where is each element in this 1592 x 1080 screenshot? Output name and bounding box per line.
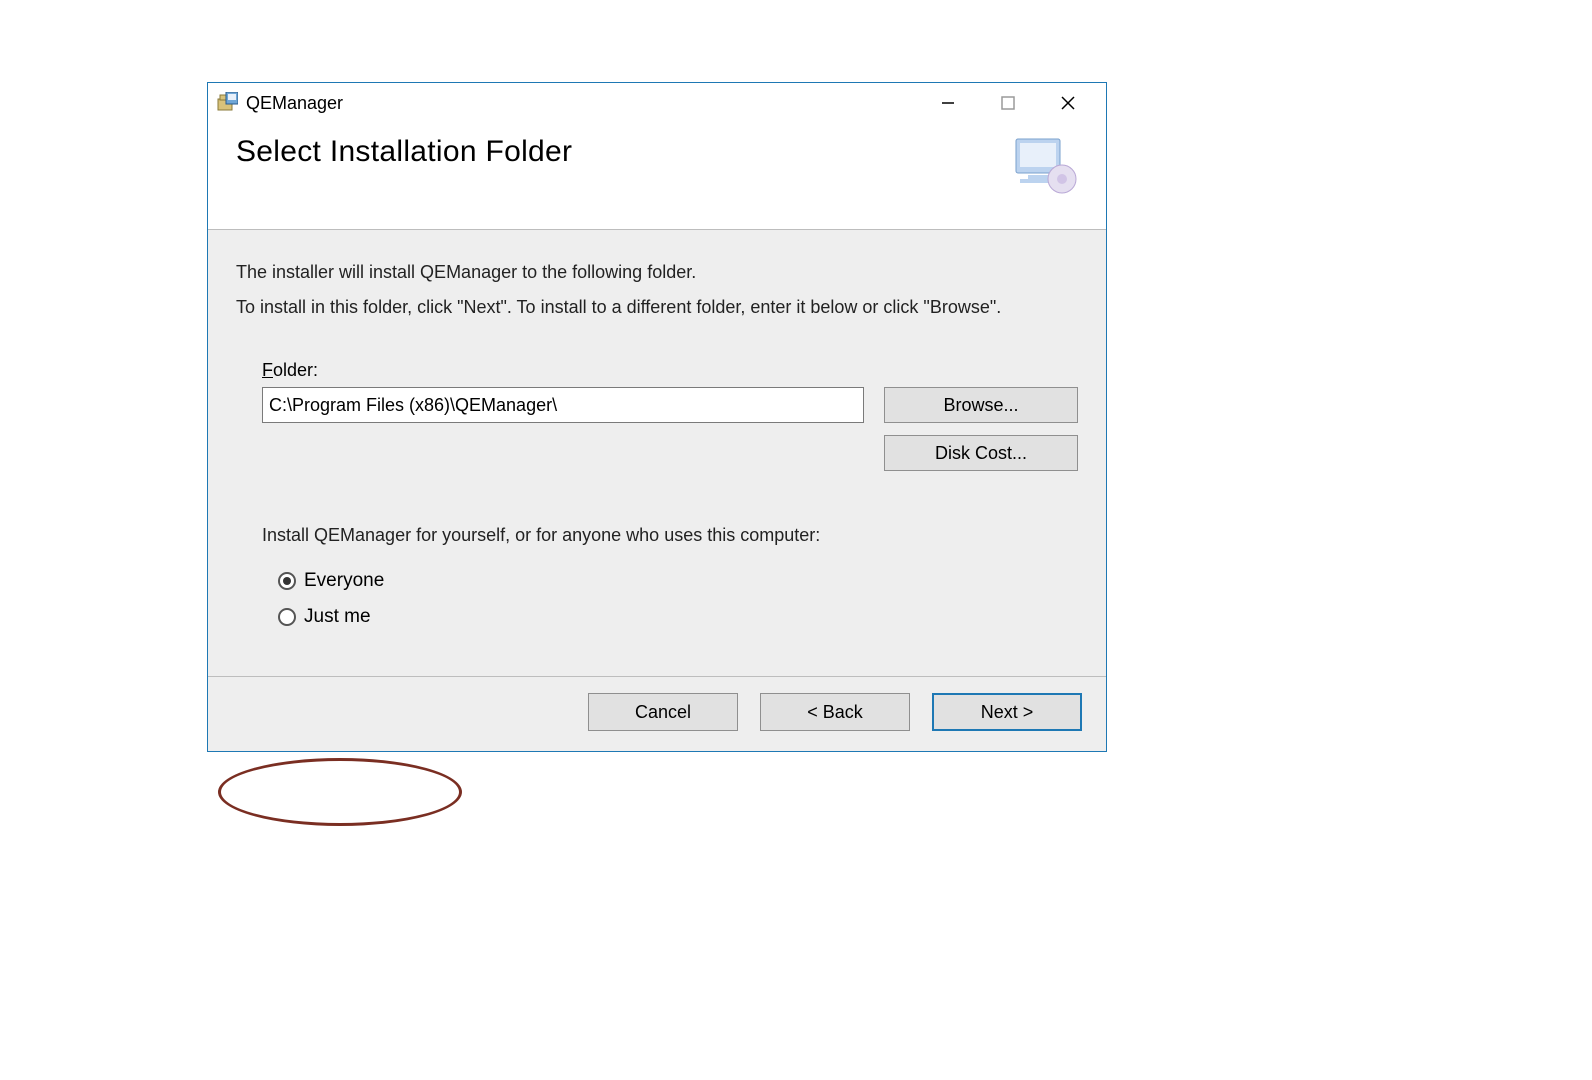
folder-section: Folder: Browse... Disk Cost... bbox=[236, 360, 1078, 471]
installer-art-icon bbox=[1010, 135, 1082, 195]
page-title: Select Installation Folder bbox=[236, 135, 572, 169]
dialog-footer: Cancel < Back Next > bbox=[208, 677, 1106, 751]
radio-everyone-label: Everyone bbox=[304, 570, 384, 592]
radio-everyone[interactable]: Everyone bbox=[278, 570, 1078, 592]
dialog-header: Select Installation Folder bbox=[208, 123, 1106, 230]
disk-cost-button[interactable]: Disk Cost... bbox=[884, 435, 1078, 471]
maximize-button[interactable] bbox=[978, 85, 1038, 121]
folder-label: Folder: bbox=[262, 360, 318, 381]
close-button[interactable] bbox=[1038, 85, 1098, 121]
annotation-highlight-ellipse bbox=[218, 758, 462, 826]
instruction-line-2: To install in this folder, click "Next".… bbox=[236, 297, 1078, 318]
cancel-button[interactable]: Cancel bbox=[588, 693, 738, 731]
window-title: QEManager bbox=[246, 93, 343, 114]
minimize-button[interactable] bbox=[918, 85, 978, 121]
browse-button[interactable]: Browse... bbox=[884, 387, 1078, 423]
radio-just-me-label: Just me bbox=[304, 606, 371, 628]
installer-app-icon bbox=[216, 92, 238, 114]
instruction-line-1: The installer will install QEManager to … bbox=[236, 262, 1078, 283]
installer-dialog: QEManager Select Installation Folder bbox=[207, 82, 1107, 752]
next-button[interactable]: Next > bbox=[932, 693, 1082, 731]
radio-icon bbox=[278, 572, 296, 590]
scope-question: Install QEManager for yourself, or for a… bbox=[262, 525, 1078, 546]
radio-icon bbox=[278, 608, 296, 626]
back-button[interactable]: < Back bbox=[760, 693, 910, 731]
dialog-body: The installer will install QEManager to … bbox=[208, 230, 1106, 677]
radio-just-me[interactable]: Just me bbox=[278, 606, 1078, 628]
titlebar: QEManager bbox=[208, 83, 1106, 123]
folder-path-input[interactable] bbox=[262, 387, 864, 423]
install-scope-section: Install QEManager for yourself, or for a… bbox=[262, 525, 1078, 628]
